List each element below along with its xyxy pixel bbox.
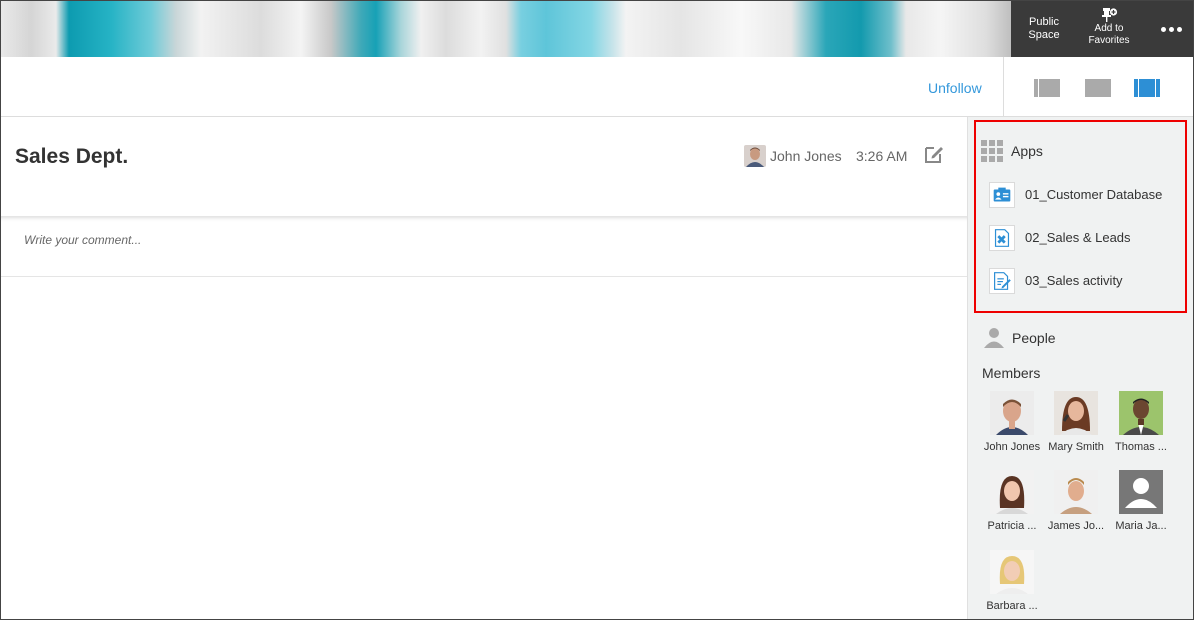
author-name[interactable]: John Jones — [770, 148, 842, 164]
ellipsis-icon — [1151, 27, 1191, 32]
default-user-icon — [1119, 470, 1163, 514]
public-space-label-line1: Public — [1029, 16, 1059, 28]
space-sidebar: Apps 01_Customer Database 02_Sales & Lea… — [967, 117, 1193, 619]
app-grid-icon — [981, 140, 1003, 162]
app-customer-database[interactable]: 01_Customer Database — [989, 182, 1179, 208]
activity-doc-icon — [989, 268, 1015, 294]
member-maria-ja[interactable]: Maria Ja... — [1111, 470, 1171, 532]
person-icon — [984, 328, 1004, 348]
more-options-button[interactable] — [1151, 1, 1191, 57]
member-thomas[interactable]: Thomas ... — [1111, 391, 1171, 453]
post-timestamp: 3:26 AM — [856, 148, 908, 164]
public-space-label-line2: Space — [1028, 29, 1060, 41]
member-name: Patricia ... — [987, 520, 1037, 532]
leads-doc-icon — [989, 225, 1015, 251]
member-name: Maria Ja... — [1115, 520, 1167, 532]
member-avatar — [1054, 391, 1098, 435]
favorites-label-line2: Favorites — [1088, 35, 1130, 46]
layout-three-panel-icon[interactable] — [1134, 79, 1160, 97]
apps-label: Apps — [1011, 143, 1043, 159]
member-name: Mary Smith — [1048, 441, 1104, 453]
thread-panel: Sales Dept. John Jones 3:26 AM Write you… — [1, 117, 967, 619]
edit-icon[interactable] — [923, 143, 945, 165]
layout-left-panel-icon[interactable] — [1034, 79, 1060, 97]
comment-input-placeholder[interactable]: Write your comment... — [24, 233, 141, 247]
member-patricia[interactable]: Patricia ... — [982, 470, 1042, 532]
member-name: Barbara ... — [986, 600, 1038, 612]
thread-title: Sales Dept. — [15, 145, 129, 168]
member-avatar — [990, 391, 1034, 435]
pin-add-icon — [1102, 8, 1118, 22]
author-avatar[interactable] — [744, 145, 766, 167]
space-toolbar: Unfollow — [1, 57, 1193, 117]
app-label: 02_Sales & Leads — [1025, 230, 1131, 245]
app-sales-activity[interactable]: 03_Sales activity — [989, 268, 1179, 294]
comment-box[interactable]: Write your comment... — [1, 216, 967, 277]
member-avatar — [1119, 391, 1163, 435]
member-mary-smith[interactable]: Mary Smith — [1046, 391, 1106, 453]
add-to-label-line1: Add to — [1094, 23, 1124, 34]
members-label: Members — [982, 365, 1041, 381]
member-name: John Jones — [983, 441, 1041, 453]
member-john-jones[interactable]: John Jones — [982, 391, 1042, 453]
public-space-button[interactable]: Public Space — [1023, 1, 1065, 57]
layout-single-panel-icon[interactable] — [1085, 79, 1111, 97]
contact-card-icon — [989, 182, 1015, 208]
app-frame: Public Space Add to Favorites Unfollow S… — [0, 0, 1194, 620]
member-avatar — [990, 470, 1034, 514]
member-name: Thomas ... — [1115, 441, 1167, 453]
member-barbara[interactable]: Barbara ... — [982, 550, 1042, 612]
member-name: James Jo... — [1047, 520, 1105, 532]
toolbar-divider — [1003, 57, 1004, 116]
member-avatar — [1054, 470, 1098, 514]
people-label: People — [1012, 330, 1056, 346]
unfollow-link[interactable]: Unfollow — [928, 80, 982, 96]
app-label: 01_Customer Database — [1025, 187, 1163, 202]
member-avatar — [990, 550, 1034, 594]
member-james-jo[interactable]: James Jo... — [1046, 470, 1106, 532]
app-label: 03_Sales activity — [1025, 273, 1123, 288]
app-sales-leads[interactable]: 02_Sales & Leads — [989, 225, 1179, 251]
add-to-favorites-button[interactable]: Add to Favorites — [1081, 1, 1137, 57]
